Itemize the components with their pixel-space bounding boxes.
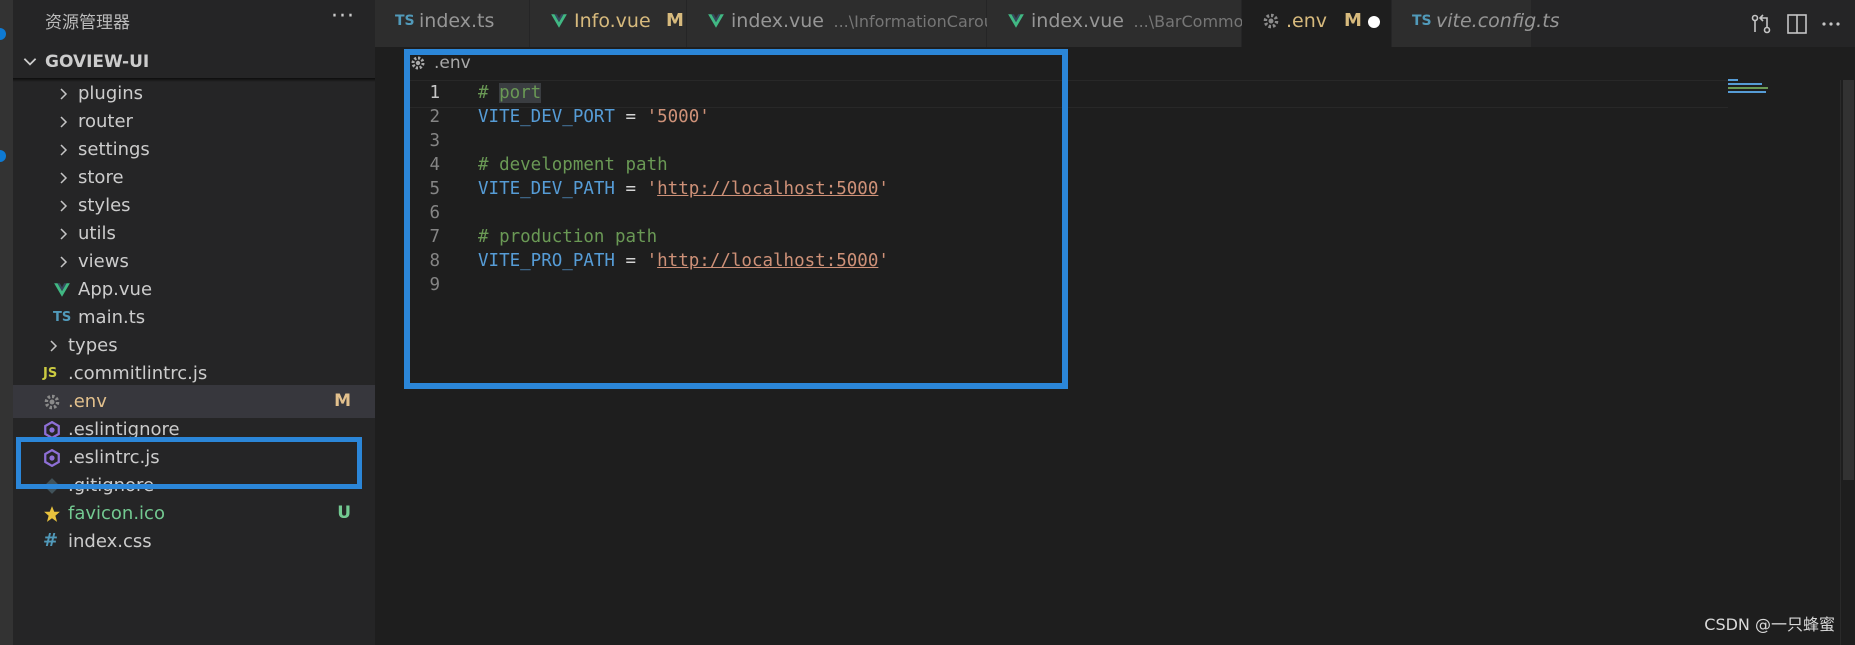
tab-label: index.ts: [419, 10, 495, 32]
tab-label: index.vue: [731, 10, 824, 32]
editor-tab[interactable]: Info.vue M: [530, 0, 687, 47]
workspace-section-header[interactable]: GOVIEW-UI: [13, 44, 375, 78]
modified-badge: M: [666, 10, 684, 31]
explorer-title: 资源管理器: [45, 13, 130, 33]
javascript-icon: JS: [43, 366, 58, 381]
editor-tab[interactable]: index.vue ...\InformationCarousel: [687, 0, 1017, 47]
vue-icon: [1007, 12, 1025, 30]
git-status-badge: M: [334, 391, 351, 411]
git-status-badge: U: [337, 503, 351, 523]
tree-item-label: views: [78, 251, 129, 272]
star-icon: [43, 505, 61, 523]
notification-dot: [0, 150, 6, 162]
watermark: CSDN @一只蜂蜜: [1704, 615, 1835, 634]
chevron-right-icon: [55, 198, 71, 214]
chevron-right-icon: [55, 114, 71, 130]
minimap[interactable]: [1728, 78, 1838, 98]
tree-item-label: App.vue: [78, 279, 153, 300]
editor-scrollbar[interactable]: [1840, 80, 1855, 645]
source-control-compare-icon[interactable]: [1749, 12, 1773, 36]
tree-item-label: favicon.ico: [68, 503, 165, 524]
editor-tab[interactable]: index.vue ...\BarCommon: [987, 0, 1254, 47]
tree-item-label: types: [68, 335, 118, 356]
editor-tab-bar: TS index.ts Info.vue Mindex.vue ...\Informat…: [375, 0, 1855, 47]
tree-item-label: index.css: [68, 531, 152, 552]
tab-label: index.vue: [1031, 10, 1124, 32]
modified-badge: M: [1344, 10, 1362, 31]
scrollbar-thumb[interactable]: [1843, 80, 1854, 480]
selection-highlight-box: [16, 437, 362, 489]
file-item[interactable]: # index.css: [13, 525, 375, 558]
chevron-down-icon: [23, 58, 37, 66]
editor-actions: [1731, 0, 1855, 47]
chevron-right-icon: [55, 86, 71, 102]
tree-item-label: main.ts: [78, 307, 146, 328]
vue-icon: [707, 12, 725, 30]
editor-tab[interactable]: TS vite.config.ts: [1392, 0, 1560, 47]
chevron-right-icon: [45, 338, 61, 354]
workspace-name: GOVIEW-UI: [45, 52, 150, 72]
typescript-icon: TS: [1412, 13, 1432, 29]
editor-tab[interactable]: .env M: [1242, 0, 1392, 47]
gear-icon: [43, 393, 61, 411]
vue-icon: [550, 12, 568, 30]
notification-dot: [0, 28, 6, 40]
split-editor-icon[interactable]: [1785, 12, 1809, 36]
tree-item-label: utils: [78, 223, 116, 244]
code-highlight-box: [404, 49, 1068, 389]
typescript-icon: TS: [53, 310, 72, 325]
tree-item-label: settings: [78, 139, 150, 160]
chevron-right-icon: [55, 142, 71, 158]
tree-item-label: .commitlintrc.js: [68, 363, 208, 384]
tab-description: ...\BarCommon: [1133, 12, 1254, 31]
more-actions-icon[interactable]: ···: [331, 4, 355, 29]
tree-item-label: plugins: [78, 83, 144, 104]
tab-label: vite.config.ts: [1436, 10, 1560, 32]
chevron-right-icon: [55, 170, 71, 186]
minimap-preview: [1728, 79, 1768, 93]
tree-item-label: router: [78, 111, 133, 132]
editor-tab[interactable]: TS index.ts: [375, 0, 530, 47]
tab-label: Info.vue: [574, 10, 651, 32]
typescript-icon: TS: [395, 13, 415, 29]
tree-item-label: store: [78, 167, 124, 188]
more-actions-icon[interactable]: [1819, 12, 1843, 36]
tree-item-label: .env: [68, 391, 107, 412]
unsaved-dot-icon[interactable]: [1368, 16, 1380, 28]
chevron-right-icon: [55, 254, 71, 270]
hash-icon: #: [43, 530, 59, 551]
tree-item-label: styles: [78, 195, 131, 216]
activity-bar: [0, 0, 13, 645]
tab-label: .env: [1286, 10, 1328, 32]
gear-icon: [1262, 12, 1280, 30]
vue-icon: [53, 281, 71, 299]
explorer-sidebar: 资源管理器 ··· GOVIEW-UI plugins router setting…: [13, 0, 375, 645]
chevron-right-icon: [55, 226, 71, 242]
